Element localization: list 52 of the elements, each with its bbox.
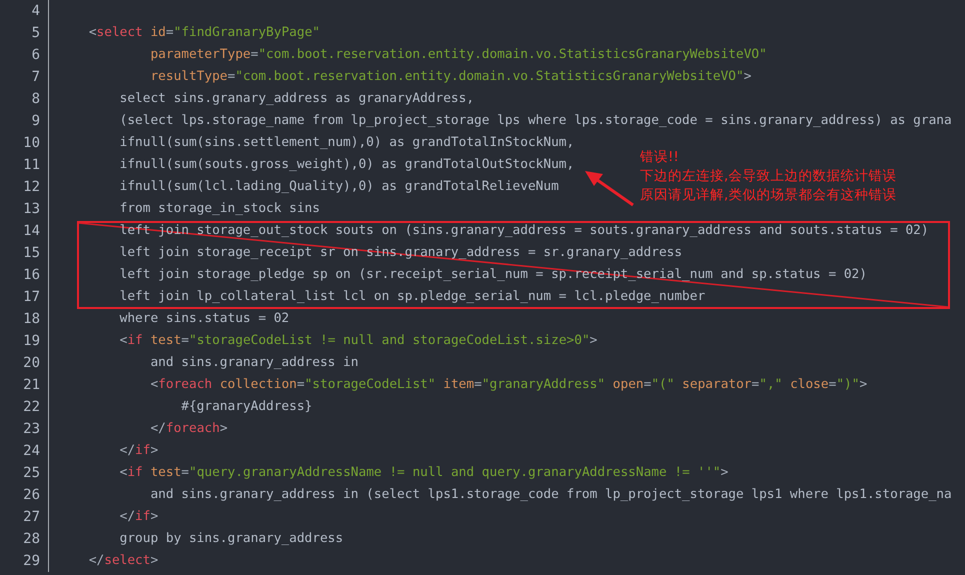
code-line: from storage_in_stock sins	[118, 200, 320, 218]
code-line: and sins.granary_address in	[149, 354, 358, 372]
annotation-text: 下边的左连接,会导致上边的数据统计错误	[640, 167, 896, 186]
line-number: 14	[22, 222, 41, 241]
line-number: 22	[22, 398, 41, 417]
code-line: group by sins.granary_address	[118, 530, 344, 548]
code-line: parameterType="com.boot.reservation.entity.domain.vo.StatisticsGranaryWebsiteVO"	[149, 46, 767, 64]
code-line: ifnull(sum(sins.settlement_num),0) as grandTotalInStockNum,	[118, 134, 574, 152]
code-line: </if>	[118, 508, 158, 526]
line-number: 29	[22, 552, 41, 571]
line-number: 6	[30, 46, 41, 65]
line-number: 15	[22, 244, 41, 263]
code-line: <if test="query.granaryAddressName != null and query.granaryAddressName != ''">	[118, 464, 728, 482]
line-number: 27	[22, 508, 41, 527]
code-line: #{granaryAddress}	[180, 398, 312, 416]
code-line: <if test="storageCodeList != null and storageCodeList.size>0">	[118, 332, 598, 350]
code-line: where sins.status = 02	[118, 310, 290, 328]
line-number: 10	[22, 134, 41, 153]
line-number: 12	[22, 178, 41, 197]
line-number: 8	[30, 90, 41, 109]
line-number: 23	[22, 420, 41, 439]
code-line: resultType="com.boot.reservation.entity.domain.vo.StatisticsGranaryWebsiteVO">	[149, 68, 752, 86]
code-line: </if>	[118, 442, 158, 460]
line-number: 18	[22, 310, 41, 329]
code-line: <select id="findGranaryByPage"	[88, 24, 320, 42]
code-line: </select>	[88, 552, 158, 570]
line-number: 17	[22, 288, 41, 307]
code-line: select sins.granary_address as granaryAddress,	[118, 90, 474, 108]
code-line: ifnull(sum(lcl.lading_Quality),0) as grandTotalRelieveNum	[118, 178, 559, 196]
line-number: 25	[22, 464, 41, 483]
line-number: 11	[22, 156, 41, 175]
code-line: left join lp_collateral_list lcl on sp.pledge_serial_num = lcl.pledge_number	[118, 288, 706, 306]
line-number: 28	[22, 530, 41, 549]
code-line: (select lps.storage_name from lp_project_storage lps where lps.storage_code = sins.granary_address) as grana	[118, 112, 952, 130]
line-number: 24	[22, 442, 41, 461]
line-number: 19	[22, 332, 41, 351]
line-number: 5	[30, 24, 41, 43]
line-number: 13	[22, 200, 41, 219]
line-number: 20	[22, 354, 41, 373]
code-line: ifnull(sum(souts.gross_weight),0) as grandTotalOutStockNum,	[118, 156, 574, 174]
code-line: </foreach>	[149, 420, 228, 438]
line-number: 7	[30, 68, 41, 87]
line-number: 16	[22, 266, 41, 285]
line-number: 21	[22, 376, 41, 395]
code-line: <foreach collection="storageCodeList" item="granaryAddress" open="(" separator="," close=")">	[149, 376, 868, 394]
line-number: 9	[30, 112, 41, 131]
code-line: and sins.granary_address in (select lps1.storage_code from lp_project_storage lps1 where lps1.storage_na	[149, 486, 952, 504]
arrow	[585, 171, 634, 206]
annotation-text: 错误!!	[640, 148, 680, 167]
line-number: 26	[22, 486, 41, 505]
annotation-text: 原因请见详解,类似的场景都会有这种错误	[640, 186, 896, 205]
line-number: 4	[30, 2, 41, 21]
